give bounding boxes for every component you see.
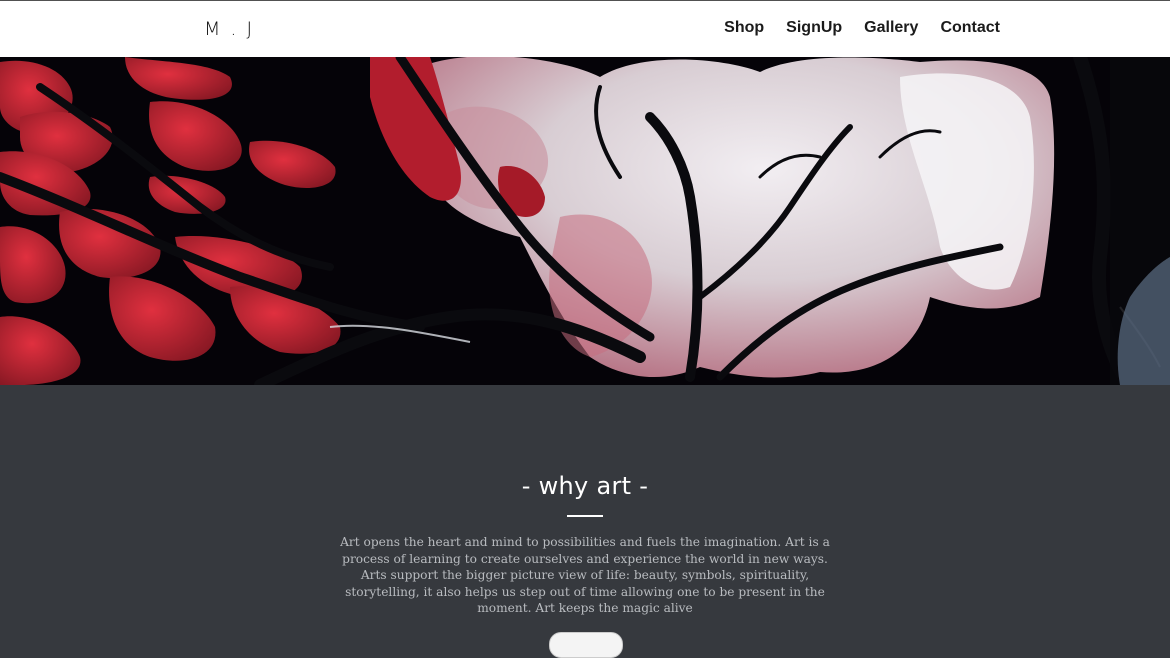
title-divider (567, 515, 603, 517)
main-nav: Shop SignUp Gallery Contact (724, 19, 1000, 37)
nav-link-shop[interactable]: Shop (724, 19, 764, 37)
nav-link-gallery[interactable]: Gallery (864, 19, 918, 37)
section-body-text: Art opens the heart and mind to possibil… (340, 535, 830, 616)
brand-logo[interactable]: M . J (204, 18, 254, 40)
call-to-action-button[interactable] (549, 632, 623, 658)
section-title: - why art - (521, 472, 649, 500)
hero-banner (0, 57, 1170, 385)
nav-link-signup[interactable]: SignUp (786, 19, 842, 37)
tree-painting-image (0, 57, 1170, 385)
navbar: M . J Shop SignUp Gallery Contact (0, 1, 1170, 57)
why-art-section: - why art - Art opens the heart and mind… (0, 385, 1170, 658)
nav-link-contact[interactable]: Contact (940, 19, 1000, 37)
